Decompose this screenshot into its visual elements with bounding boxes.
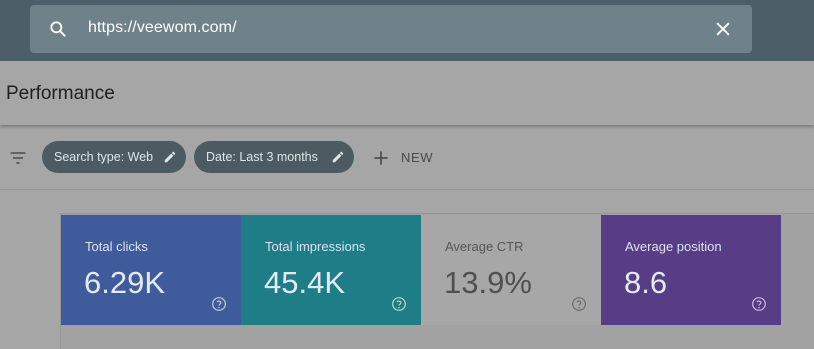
help-icon[interactable] bbox=[211, 296, 227, 312]
plus-icon bbox=[374, 151, 388, 165]
total-impressions-card[interactable]: Total impressions 45.4K bbox=[241, 215, 421, 325]
top-bar: https://veewom.com/ bbox=[0, 0, 814, 61]
filter-icon[interactable] bbox=[8, 148, 28, 168]
edit-icon[interactable] bbox=[331, 150, 345, 164]
close-icon[interactable] bbox=[713, 19, 733, 39]
average-ctr-card[interactable]: Average CTR 13.9% bbox=[421, 215, 601, 325]
chip-label: Date: Last 3 months bbox=[206, 150, 318, 164]
metric-label: Average position bbox=[625, 239, 722, 254]
total-clicks-card[interactable]: Total clicks 6.29K bbox=[61, 215, 241, 325]
search-type-filter-chip[interactable]: Search type: Web bbox=[42, 141, 186, 173]
metric-label: Total impressions bbox=[265, 239, 366, 254]
help-icon[interactable] bbox=[751, 296, 767, 312]
metric-value: 13.9% bbox=[444, 265, 532, 300]
search-input-value[interactable]: https://veewom.com/ bbox=[88, 19, 237, 37]
metric-value: 45.4K bbox=[264, 265, 346, 300]
date-filter-chip[interactable]: Date: Last 3 months bbox=[194, 141, 354, 173]
page-title: Performance bbox=[6, 83, 115, 104]
help-icon[interactable] bbox=[571, 296, 587, 312]
search-icon[interactable] bbox=[48, 19, 68, 39]
edit-icon[interactable] bbox=[163, 150, 177, 164]
metric-label: Average CTR bbox=[445, 239, 524, 254]
new-button-label: NEW bbox=[401, 150, 434, 165]
metric-label: Total clicks bbox=[85, 239, 148, 254]
chip-label: Search type: Web bbox=[54, 150, 154, 164]
help-icon[interactable] bbox=[391, 296, 407, 312]
page-header: Performance bbox=[0, 61, 814, 125]
filter-bar: Search type: Web Date: Last 3 months NEW bbox=[0, 126, 814, 190]
metric-value: 8.6 bbox=[624, 265, 668, 300]
average-position-card[interactable]: Average position 8.6 bbox=[601, 215, 781, 325]
metric-value: 6.29K bbox=[84, 265, 166, 300]
